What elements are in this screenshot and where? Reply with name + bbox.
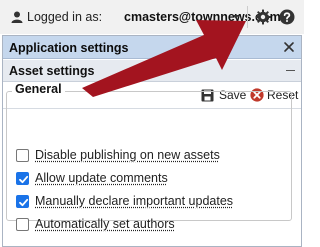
option-label[interactable]: Automatically set authors <box>35 217 175 231</box>
option-label[interactable]: Manually declare important updates <box>35 194 233 208</box>
close-icon[interactable] <box>282 40 296 54</box>
collapse-icon[interactable] <box>286 70 295 71</box>
chevron-down-icon[interactable] <box>233 15 239 19</box>
general-legend: General <box>12 82 65 96</box>
checkbox[interactable] <box>16 172 29 185</box>
application-settings-header[interactable]: Application settings <box>3 36 301 59</box>
asset-settings-header[interactable]: Asset settings <box>3 60 301 82</box>
check-icon <box>19 175 29 184</box>
checkbox[interactable] <box>16 195 29 208</box>
gear-icon[interactable] <box>255 9 271 25</box>
logged-in-label: Logged in as: <box>27 10 103 24</box>
asset-settings-title: Asset settings <box>9 64 95 78</box>
checkbox[interactable] <box>16 218 29 231</box>
option-label[interactable]: Allow update comments <box>35 171 168 185</box>
help-icon[interactable] <box>279 9 295 25</box>
option-label[interactable]: Disable publishing on new assets <box>35 148 220 162</box>
divider <box>247 6 248 28</box>
user-icon <box>11 11 23 23</box>
top-bar: Logged in as: cmasters@townnews.com <box>0 0 304 34</box>
check-icon <box>19 198 29 207</box>
checkbox[interactable] <box>16 149 29 162</box>
application-settings-title: Application settings <box>9 41 129 55</box>
